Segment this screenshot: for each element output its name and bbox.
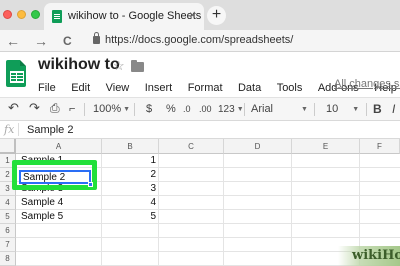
minimize-window-button[interactable] xyxy=(17,10,26,19)
row-header[interactable]: 5 xyxy=(0,210,16,224)
close-window-button[interactable] xyxy=(3,10,12,19)
formula-bar: fx Sample 2 xyxy=(0,121,400,139)
address-bar: ← → C https://docs.google.com/spreadshee… xyxy=(0,30,400,52)
select-all-corner[interactable] xyxy=(0,139,16,154)
toolbar: ↶ ↷ ⎙ ⌐ 100% ▼ $ % .0 .00 123 ▼ Arial ▼ 10 ▼… xyxy=(0,97,400,121)
font-select[interactable]: Arial ▼ xyxy=(251,103,309,116)
toolbar-divider xyxy=(84,103,85,116)
table-row xyxy=(16,224,400,238)
column-header-e[interactable]: E xyxy=(292,139,360,154)
reload-icon[interactable]: C xyxy=(63,32,72,50)
column-gridline xyxy=(223,154,224,266)
toolbar-divider xyxy=(366,103,367,116)
fill-handle[interactable] xyxy=(88,182,93,187)
cell-b4[interactable]: 4 xyxy=(106,196,156,210)
undo-icon[interactable]: ↶ xyxy=(8,101,19,114)
formula-divider xyxy=(18,123,19,136)
document-title[interactable]: wikihow to xyxy=(38,56,120,74)
new-tab-button[interactable]: + xyxy=(207,6,226,25)
tab-close-icon[interactable]: × xyxy=(189,8,196,22)
more-formats-label: 123 xyxy=(218,104,235,115)
menu-edit[interactable]: Edit xyxy=(71,82,90,94)
zoom-value: 100% xyxy=(93,103,122,115)
formula-input[interactable]: Sample 2 xyxy=(27,124,73,136)
star-icon[interactable]: ☆ xyxy=(113,58,125,74)
folder-icon[interactable] xyxy=(131,60,144,72)
zoom-select[interactable]: 100% ▼ xyxy=(93,103,130,116)
chevron-down-icon: ▼ xyxy=(236,106,244,113)
menu-file[interactable]: File xyxy=(38,82,56,94)
toolbar-divider xyxy=(244,103,245,116)
column-header-d[interactable]: D xyxy=(224,139,292,154)
redo-icon[interactable]: ↷ xyxy=(29,101,40,114)
menu-format[interactable]: Format xyxy=(188,82,223,94)
chevron-down-icon: ▼ xyxy=(123,106,131,113)
column-header-f[interactable]: F xyxy=(360,139,400,154)
row-header[interactable]: 4 xyxy=(0,196,16,210)
cell-a5[interactable]: Sample 5 xyxy=(21,210,63,224)
cell-b1[interactable]: 1 xyxy=(106,154,156,168)
column-header-a[interactable]: A xyxy=(16,139,102,154)
url-field[interactable]: https://docs.google.com/spreadsheets/ xyxy=(105,34,293,46)
fx-icon: fx xyxy=(4,123,15,136)
font-size-select[interactable]: 10 ▼ xyxy=(326,103,359,116)
cell-b5[interactable]: 5 xyxy=(106,210,156,224)
row-header[interactable]: 6 xyxy=(0,224,16,238)
menu-insert[interactable]: Insert xyxy=(145,82,173,94)
column-header-c[interactable]: C xyxy=(159,139,224,154)
row-header[interactable]: 8 xyxy=(0,252,16,266)
menu-data[interactable]: Data xyxy=(238,82,261,94)
menu-tools[interactable]: Tools xyxy=(277,82,303,94)
back-icon[interactable]: ← xyxy=(6,32,20,50)
print-icon[interactable]: ⎙ xyxy=(50,102,60,115)
table-row xyxy=(16,210,400,224)
maximize-window-button[interactable] xyxy=(31,10,40,19)
toolbar-divider xyxy=(134,103,135,116)
increase-decimals-button[interactable]: .00 xyxy=(199,103,212,116)
menu-view[interactable]: View xyxy=(106,82,130,94)
bold-button[interactable]: B xyxy=(373,103,382,116)
font-size-value: 10 xyxy=(326,103,339,115)
cell-a2-editor[interactable]: Sample 2 xyxy=(19,170,91,184)
column-gridline xyxy=(158,154,159,266)
cell-a2-value: Sample 2 xyxy=(23,172,66,183)
more-formats-select[interactable]: 123 ▼ xyxy=(218,103,244,116)
watermark-text: wikiHow xyxy=(352,248,400,263)
italic-button[interactable]: I xyxy=(392,103,395,116)
browser-tab-bar: wikihow to - Google Sheets × + xyxy=(0,0,400,30)
table-row xyxy=(16,196,400,210)
browser-tab[interactable]: wikihow to - Google Sheets × xyxy=(44,3,204,30)
cell-b3[interactable]: 3 xyxy=(106,182,156,196)
column-header-b[interactable]: B xyxy=(102,139,159,154)
currency-format-button[interactable]: $ xyxy=(146,103,152,116)
chevron-down-icon: ▼ xyxy=(301,106,308,113)
chevron-down-icon: ▼ xyxy=(352,106,360,113)
percent-format-button[interactable]: % xyxy=(166,103,176,116)
paint-format-icon[interactable]: ⌐ xyxy=(69,103,75,116)
sheets-logo-icon[interactable] xyxy=(6,60,26,87)
cell-b2[interactable]: 2 xyxy=(106,168,156,182)
row-header[interactable]: 7 xyxy=(0,238,16,252)
forward-icon[interactable]: → xyxy=(34,32,48,50)
wikihow-watermark: wikiHow xyxy=(338,246,400,266)
toolbar-divider xyxy=(314,103,315,116)
tab-title: wikihow to - Google Sheets xyxy=(68,10,202,22)
column-gridline xyxy=(291,154,292,266)
sheets-favicon-icon xyxy=(52,10,62,23)
cell-a4[interactable]: Sample 4 xyxy=(21,196,63,210)
lock-icon xyxy=(93,32,100,44)
column-gridline xyxy=(101,154,102,266)
decrease-decimals-button[interactable]: .0 xyxy=(183,103,191,116)
font-name: Arial xyxy=(251,103,274,115)
save-status-link[interactable]: All changes save xyxy=(334,78,400,90)
